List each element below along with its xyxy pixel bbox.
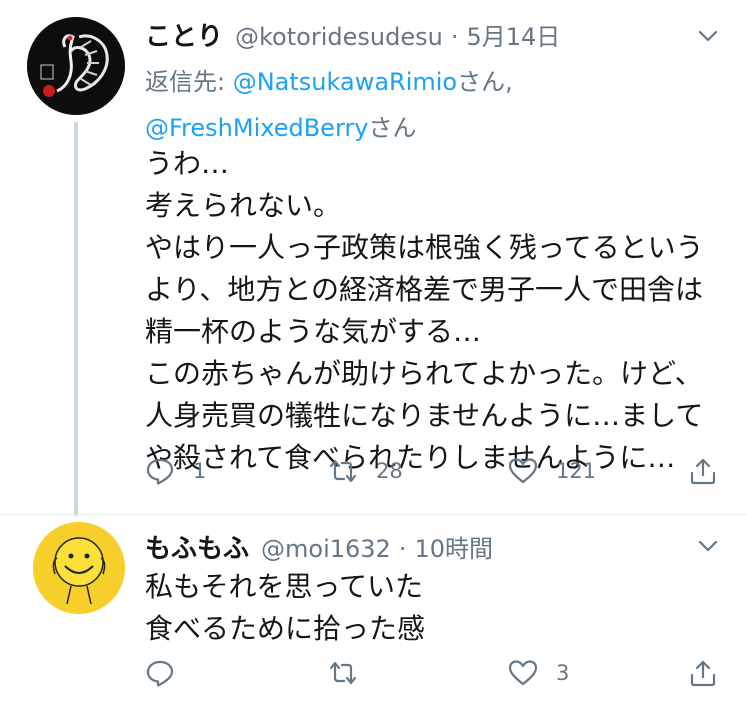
tweet-text-line: やはり一人っ子政策は根強く残ってるという bbox=[145, 231, 704, 264]
retweet-icon bbox=[329, 459, 357, 483]
avatar-mofumofu[interactable] bbox=[33, 522, 125, 614]
tweet1-header: ことり @kotoridesudesu · 5月14日 bbox=[145, 16, 560, 53]
mention-link[interactable]: @FreshMixedBerry bbox=[145, 114, 368, 142]
mention-link[interactable]: @NatsukawaRimio bbox=[233, 68, 457, 96]
share-icon bbox=[690, 458, 716, 485]
tweet-divider bbox=[0, 514, 746, 515]
crane-emblem-image bbox=[27, 17, 125, 115]
reply-button[interactable] bbox=[145, 657, 175, 689]
avatar-kotori[interactable] bbox=[27, 17, 125, 115]
reply-count: 1 bbox=[193, 459, 207, 483]
tweet-text-line: 私もそれを思っていた bbox=[145, 570, 424, 603]
tweet-text-line: 食べるために拾った感 bbox=[145, 612, 426, 645]
separator-dot: · bbox=[398, 535, 407, 563]
display-name[interactable]: もふもふ bbox=[145, 528, 249, 565]
retweet-count: 28 bbox=[376, 459, 403, 483]
tweet-text-line: より、地方との経済格差で男子一人で田舎は bbox=[145, 273, 704, 306]
separator-dot: · bbox=[450, 23, 459, 51]
tweet-text-line: 精一杯のような気がする… bbox=[145, 315, 482, 348]
like-button[interactable]: 121 bbox=[508, 455, 596, 487]
timestamp[interactable]: 10時間 bbox=[414, 529, 493, 564]
heart-icon bbox=[508, 660, 538, 686]
reply-button[interactable]: 1 bbox=[145, 455, 206, 487]
user-handle[interactable]: @kotoridesudesu bbox=[235, 23, 443, 51]
thread-connector-line bbox=[74, 122, 78, 516]
tweet-text: うわ… 考えられない。やはり一人っ子政策は根強く残ってるという より、地方との経済格… bbox=[145, 143, 704, 479]
share-button[interactable] bbox=[688, 455, 718, 487]
smiley-character-image bbox=[33, 522, 125, 614]
mention-suffix: さん bbox=[368, 114, 417, 142]
reply-to-line: @FreshMixedBerryさん bbox=[145, 108, 416, 143]
tweet-text-line: うわ… bbox=[145, 147, 230, 180]
like-button[interactable]: 3 bbox=[508, 657, 569, 689]
reply-icon bbox=[146, 660, 174, 687]
chevron-down-icon[interactable] bbox=[696, 534, 720, 558]
reply-icon bbox=[146, 458, 174, 485]
tweet-text-line: この赤ちゃんが助けられてよかった。けど、 bbox=[145, 357, 703, 390]
timestamp[interactable]: 5月14日 bbox=[466, 17, 560, 52]
share-icon bbox=[690, 660, 716, 687]
tweet2-header: もふもふ @moi1632 · 10時間 bbox=[145, 528, 493, 565]
retweet-icon bbox=[329, 661, 357, 685]
tweet-text-line: 考えられない。 bbox=[145, 189, 342, 222]
share-button[interactable] bbox=[688, 657, 718, 689]
tweet-actions: 1 28 121 bbox=[145, 455, 720, 487]
tweet-actions: 3 bbox=[145, 657, 720, 689]
reply-to-label: 返信先: bbox=[145, 68, 233, 96]
retweet-button[interactable] bbox=[328, 657, 358, 689]
retweet-button[interactable]: 28 bbox=[328, 455, 403, 487]
heart-icon bbox=[508, 458, 538, 484]
display-name[interactable]: ことり bbox=[145, 16, 223, 53]
like-count: 3 bbox=[556, 661, 570, 685]
tweet-text: 私もそれを思っていた 食べるために拾った感 bbox=[145, 566, 425, 650]
like-count: 121 bbox=[556, 459, 597, 483]
user-handle[interactable]: @moi1632 bbox=[261, 535, 391, 563]
chevron-down-icon[interactable] bbox=[696, 24, 720, 48]
mention-suffix: さん, bbox=[457, 68, 513, 96]
tweet-text-line: 人身売買の犠牲になりませんように…まして bbox=[145, 399, 704, 432]
reply-to-line: 返信先: @NatsukawaRimioさん, bbox=[145, 62, 513, 97]
